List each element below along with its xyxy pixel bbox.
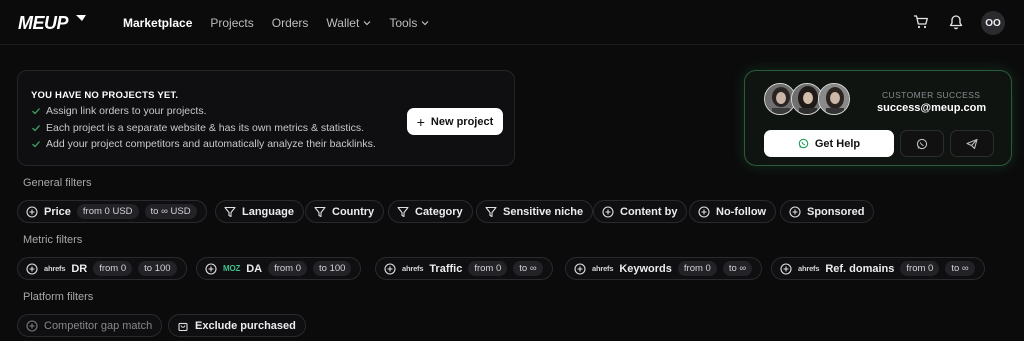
telegram-button[interactable] [950, 130, 994, 157]
da-to-input[interactable]: to 100 [313, 261, 352, 276]
customer-success-label: CUSTOMER SUCCESS [882, 90, 981, 100]
no-projects-title: YOU HAVE NO PROJECTS YET. [31, 90, 179, 101]
plus-circle-icon [574, 262, 586, 275]
plus-circle-icon [26, 205, 38, 218]
dr-from-input[interactable]: from 0 [93, 261, 133, 276]
plus-circle-icon [602, 205, 614, 218]
svg-text:MEUP: MEUP [18, 13, 69, 33]
traffic-to-input[interactable]: to ∞ [513, 261, 543, 276]
ref-domains-filter[interactable]: ahrefs Ref. domains from 0 to ∞ [771, 257, 985, 280]
nav-orders[interactable]: Orders [272, 16, 309, 30]
new-project-button[interactable]: + New project [407, 108, 503, 135]
language-filter[interactable]: Language [215, 200, 304, 223]
traffic-filter[interactable]: ahrefs Traffic from 0 to ∞ [375, 257, 553, 280]
sensitive-niche-filter[interactable]: Sensitive niche [476, 200, 594, 223]
dr-filter[interactable]: ahrefs DR from 0 to 100 [17, 257, 187, 280]
ahrefs-logo: ahrefs [44, 264, 66, 273]
plus-circle-icon [205, 262, 217, 275]
price-to-input[interactable]: to ∞ USD [144, 204, 197, 219]
sponsored-filter[interactable]: Sponsored [780, 200, 875, 223]
ref-domains-to-input[interactable]: to ∞ [945, 261, 975, 276]
plus-circle-icon [384, 262, 396, 275]
ahrefs-logo: ahrefs [592, 264, 614, 273]
exclude-purchased-filter[interactable]: Exclude purchased [168, 314, 306, 337]
ahrefs-logo: ahrefs [402, 264, 424, 273]
traffic-from-input[interactable]: from 0 [468, 261, 508, 276]
plus-circle-icon [789, 205, 801, 218]
general-filters-title: General filters [23, 177, 92, 189]
nav-projects[interactable]: Projects [210, 16, 253, 30]
plus-icon: + [416, 113, 425, 130]
country-filter[interactable]: Country [305, 200, 385, 223]
da-filter[interactable]: MOZ DA from 0 to 100 [196, 257, 362, 280]
chevron-down-icon [363, 20, 371, 25]
projects-benefits-list: Assign link orders to your projects. Eac… [31, 103, 376, 153]
plus-circle-icon [698, 205, 710, 218]
no-projects-card: YOU HAVE NO PROJECTS YET. Assign link or… [17, 70, 515, 166]
competitor-gap-filter[interactable]: Competitor gap match [17, 314, 163, 337]
filter-icon [485, 206, 497, 217]
main-nav: Marketplace Projects Orders Wallet Tools [123, 0, 447, 45]
whatsapp-icon [798, 138, 809, 149]
customer-success-card: CUSTOMER SUCCESS success@meup.com Get He… [744, 70, 1012, 166]
metric-filters-title: Metric filters [23, 234, 83, 246]
price-filter[interactable]: Price from 0 USD to ∞ USD [17, 200, 207, 223]
check-icon [32, 108, 40, 115]
plus-circle-icon [26, 262, 38, 275]
check-icon [32, 124, 40, 132]
platform-filters-title: Platform filters [23, 291, 94, 303]
plus-circle-icon [26, 319, 38, 332]
meup-logo[interactable]: MEUP [18, 13, 102, 33]
no-follow-filter[interactable]: No-follow [689, 200, 777, 223]
keywords-from-input[interactable]: from 0 [677, 261, 717, 276]
support-email[interactable]: success@meup.com [877, 102, 986, 114]
support-team-avatars [764, 83, 854, 117]
get-help-button[interactable]: Get Help [764, 130, 894, 157]
ahrefs-logo: ahrefs [798, 264, 820, 273]
avatar [818, 83, 850, 115]
whatsapp-icon [916, 138, 928, 149]
check-icon [32, 141, 40, 148]
keywords-filter[interactable]: ahrefs Keywords from 0 to ∞ [565, 257, 763, 280]
moz-logo: MOZ [223, 264, 241, 273]
keywords-to-input[interactable]: to ∞ [722, 261, 753, 276]
nav-marketplace[interactable]: Marketplace [123, 16, 192, 30]
plus-circle-icon [780, 262, 792, 275]
top-navigation-bar: MEUP Marketplace Projects Orders Wallet … [0, 0, 1024, 45]
whatsapp-button[interactable] [900, 130, 944, 157]
content-by-filter[interactable]: Content by [593, 200, 688, 223]
da-from-input[interactable]: from 0 [268, 261, 308, 276]
ref-domains-from-input[interactable]: from 0 [900, 261, 940, 276]
filter-icon [397, 206, 409, 217]
cart-icon[interactable] [911, 12, 931, 32]
dr-to-input[interactable]: to 100 [138, 261, 177, 276]
chevron-down-icon [421, 20, 429, 25]
category-filter[interactable]: Category [388, 200, 473, 223]
shopping-bag-icon [178, 322, 188, 331]
nav-tools[interactable]: Tools [389, 16, 429, 30]
telegram-icon [966, 138, 978, 149]
list-item: Each project is a separate website & has… [31, 120, 376, 137]
nav-wallet[interactable]: Wallet [326, 16, 371, 30]
filter-icon [224, 206, 236, 217]
filter-icon [314, 206, 326, 217]
list-item: Add your project competitors and automat… [31, 136, 376, 153]
bell-icon[interactable] [946, 12, 966, 32]
list-item: Assign link orders to your projects. [31, 103, 376, 120]
user-avatar[interactable]: OO [981, 11, 1005, 35]
price-from-input[interactable]: from 0 USD [76, 204, 139, 219]
